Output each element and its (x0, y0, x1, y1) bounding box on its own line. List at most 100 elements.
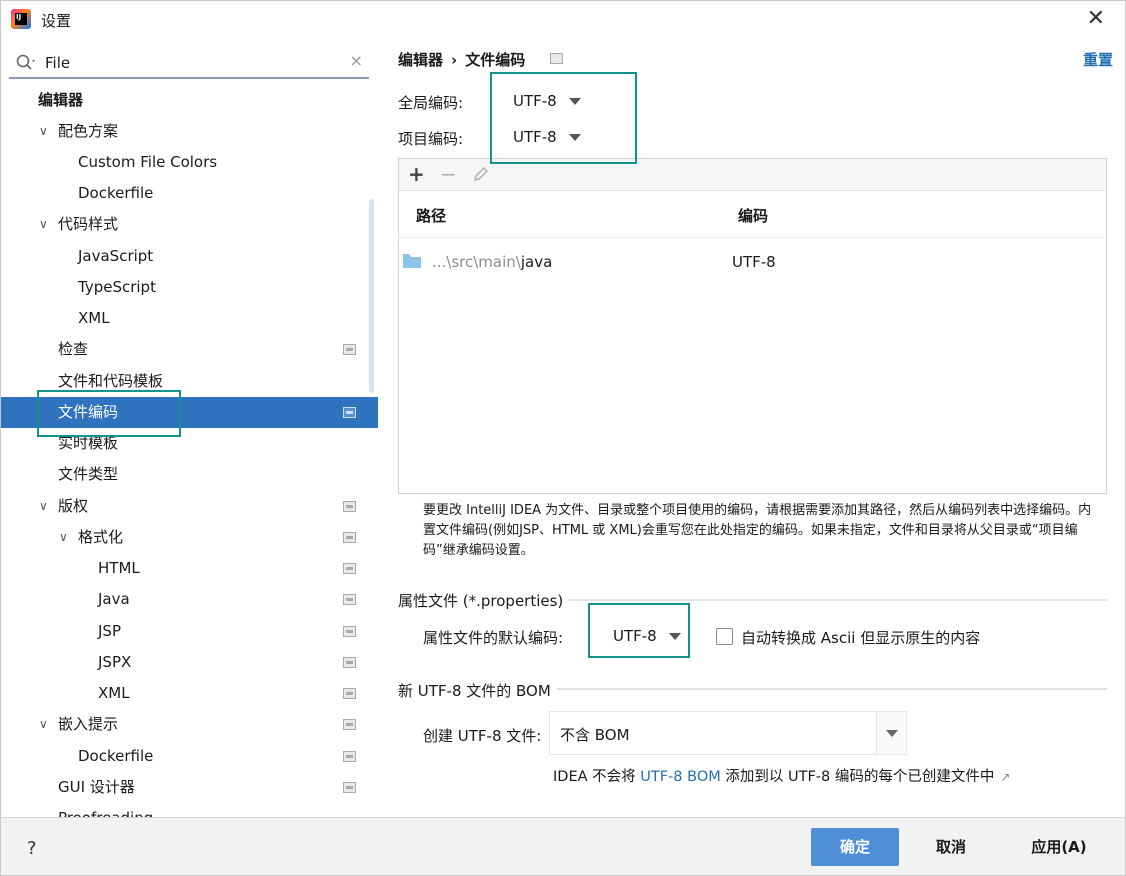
dropdown-arrow-icon[interactable] (876, 712, 906, 754)
dropdown-arrow-icon (668, 633, 681, 640)
tree-item-label: 文件编码 (58, 403, 119, 421)
tree-item-xml-style[interactable]: XML (1, 303, 378, 334)
tree-item-color-scheme[interactable]: ∨ 配色方案 (1, 116, 378, 147)
tree-item-label: Proofreading (58, 803, 153, 817)
intellij-logo-icon: IJ (11, 9, 31, 29)
table-row-path[interactable]: ...\src\main\java (432, 253, 552, 271)
tree-item-file-templates[interactable]: 文件和代码模板 (1, 366, 378, 397)
tree-scrollbar[interactable] (369, 199, 374, 393)
file-encodings-panel: 编辑器 › 文件编码 重置 全局编码: UTF-8 项目编码: UTF-8 + − … (379, 39, 1125, 817)
bom-note: IDEA 不会将 UTF-8 BOM 添加到以 UTF-8 编码的每个已创建文件… (553, 765, 1010, 786)
tree-item-inlay-hints[interactable]: ∨ 嵌入提示 (1, 709, 378, 740)
breadcrumb-separator: › (451, 51, 458, 69)
project-scope-icon (343, 751, 356, 762)
tree-item-label: 格式化 (78, 528, 124, 546)
tree-item-file-types[interactable]: 文件类型 (1, 459, 378, 490)
tree-item-proofreading[interactable]: Proofreading (1, 803, 378, 817)
tree-item-label: 实时模板 (58, 434, 119, 452)
utf8-bom-link[interactable]: UTF-8 BOM (640, 769, 721, 785)
breadcrumb-parent[interactable]: 编辑器 (398, 51, 443, 69)
tree-item-copyright[interactable]: ∨ 版权 (1, 491, 378, 522)
project-scope-icon (343, 782, 356, 793)
column-header-path[interactable]: 路径 (416, 205, 446, 226)
chevron-down-icon[interactable]: ∨ (59, 522, 68, 553)
chevron-down-icon[interactable]: ∨ (39, 709, 48, 740)
tree-item-dockerfile-color[interactable]: Dockerfile (1, 178, 378, 209)
chevron-down-icon[interactable]: ∨ (39, 116, 48, 147)
search-input[interactable] (45, 52, 335, 74)
tree-item-label: 编辑器 (38, 91, 84, 109)
section-divider (569, 599, 1107, 601)
project-encoding-combo[interactable]: UTF-8 (513, 128, 581, 146)
tree-item-jspx[interactable]: JSPX (1, 647, 378, 678)
help-button[interactable]: ? (27, 838, 37, 859)
tree-item-javascript[interactable]: JavaScript (1, 241, 378, 272)
global-encoding-value: UTF-8 (513, 92, 557, 110)
bom-note-before: IDEA 不会将 (553, 769, 641, 785)
window-title: 设置 (41, 12, 72, 30)
tree-item-typescript[interactable]: TypeScript (1, 272, 378, 303)
tree-item-xml-format[interactable]: XML (1, 678, 378, 709)
tree-item-gui-designer[interactable]: GUI 设计器 (1, 772, 378, 803)
tree-item-java[interactable]: Java (1, 584, 378, 615)
project-encoding-value: UTF-8 (513, 128, 557, 146)
ascii-convert-checkbox[interactable] (716, 628, 733, 645)
tree-item-label: GUI 设计器 (58, 778, 135, 796)
tree-item-label: JSP (98, 622, 121, 640)
search-icon[interactable] (15, 53, 37, 73)
tree-item-label: 文件类型 (58, 465, 119, 483)
path-encoding-table: + − 路径 编码 ...\src\main\java UTF-8 (398, 158, 1107, 494)
clear-search-icon[interactable]: × (350, 51, 363, 70)
project-scope-icon (343, 688, 356, 699)
reset-link[interactable]: 重置 (1083, 49, 1113, 70)
project-scope-icon (343, 501, 356, 512)
tree-item-editor[interactable]: 编辑器 (1, 85, 378, 116)
project-encoding-label: 项目编码: (398, 130, 464, 148)
cancel-button[interactable]: 取消 (916, 828, 986, 866)
tree-item-custom-file-colors[interactable]: Custom File Colors (1, 147, 378, 178)
title-bar: IJ 设置 ✕ (1, 1, 1125, 39)
ok-button[interactable]: 确定 (811, 828, 899, 866)
properties-encoding-combo[interactable]: UTF-8 (613, 627, 681, 645)
add-icon[interactable]: + (408, 163, 425, 185)
path-prefix: ...\src\main\ (432, 253, 521, 271)
table-row-encoding[interactable]: UTF-8 (732, 253, 776, 271)
tree-item-label: 文件和代码模板 (58, 372, 164, 390)
apply-button[interactable]: 应用(A) (1019, 828, 1099, 866)
tree-item-code-style[interactable]: ∨ 代码样式 (1, 209, 378, 240)
bom-select[interactable]: 不含 BOM (549, 711, 907, 755)
tree-item-label: Dockerfile (78, 184, 154, 202)
project-scope-icon (343, 657, 356, 668)
close-icon[interactable]: ✕ (1087, 7, 1105, 31)
global-encoding-label: 全局编码: (398, 94, 464, 112)
tree-item-dockerfile-hints[interactable]: Dockerfile (1, 741, 378, 772)
path-leaf: java (520, 253, 553, 271)
project-scope-icon (343, 344, 356, 355)
chevron-down-icon[interactable]: ∨ (39, 209, 48, 240)
tree-item-file-encodings[interactable]: 文件编码 (1, 397, 378, 428)
tree-item-live-templates[interactable]: 实时模板 (1, 428, 378, 459)
properties-encoding-value: UTF-8 (613, 627, 657, 645)
tree-item-inspections[interactable]: 检查 (1, 334, 378, 365)
project-scope-icon (343, 626, 356, 637)
column-header-encoding[interactable]: 编码 (738, 205, 768, 226)
tree-item-label: HTML (98, 559, 140, 577)
edit-pencil-icon[interactable] (472, 165, 490, 183)
tree-item-label: Custom File Colors (78, 153, 218, 171)
global-encoding-combo[interactable]: UTF-8 (513, 92, 581, 110)
remove-icon[interactable]: − (440, 163, 457, 185)
tree-item-html[interactable]: HTML (1, 553, 378, 584)
external-link-icon[interactable]: ↗ (1000, 770, 1010, 784)
project-scope-icon (343, 563, 356, 574)
tree-item-label: 检查 (58, 340, 89, 358)
tree-item-jsp[interactable]: JSP (1, 616, 378, 647)
tree-item-formatting[interactable]: ∨ 格式化 (1, 522, 378, 553)
ascii-convert-label[interactable]: 自动转换成 Ascii 但显示原生的内容 (741, 627, 980, 648)
tree-item-label: 代码样式 (58, 215, 119, 233)
tree-item-label: TypeScript (78, 278, 156, 296)
settings-tree-panel: × 编辑器 ∨ 配色方案 Custom File Colors Dockerfi… (1, 39, 378, 817)
project-scope-icon (343, 532, 356, 543)
chevron-down-icon[interactable]: ∨ (39, 491, 48, 522)
project-scope-icon (343, 594, 356, 605)
tree-item-label: 嵌入提示 (58, 715, 119, 733)
